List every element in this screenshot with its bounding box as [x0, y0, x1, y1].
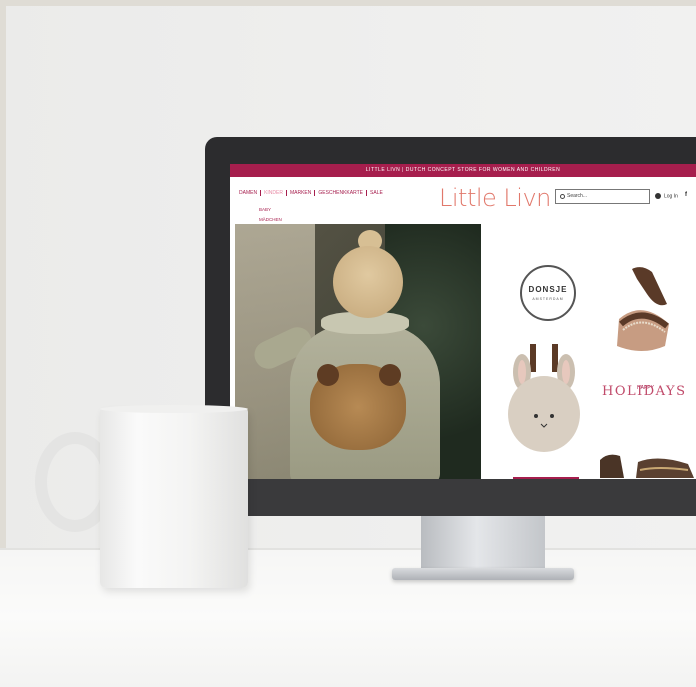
login-label: Log In — [664, 193, 678, 200]
monitor-chin — [205, 478, 696, 516]
main-navigation: DAMEN KINDER MARKEN GESCHENKKARTE SALE — [236, 190, 386, 196]
website-screen: LITTLE LIVN | DUTCH CONCEPT STORE FOR WO… — [230, 164, 696, 479]
facebook-icon[interactable]: f — [685, 192, 687, 198]
frame-edge — [0, 0, 696, 6]
holiday-banner-text[interactable]: HOLIDAYS — [602, 384, 687, 399]
user-icon — [655, 193, 661, 199]
brand-badge-subtitle: AMSTERDAM — [532, 297, 564, 301]
nav-item-marken[interactable]: MARKEN — [287, 190, 316, 196]
teddy-ear-right — [379, 364, 401, 386]
announcement-bar: LITTLE LIVN | DUTCH CONCEPT STORE FOR WO… — [230, 164, 696, 177]
brand-badge-title: DONSJE — [528, 285, 568, 294]
nav-item-geschenkkarte[interactable]: GESCHENKKARTE — [315, 190, 368, 196]
site-logo[interactable]: Little Livn — [439, 184, 551, 212]
search-input[interactable]: Search... — [555, 189, 650, 204]
monitor-stand-base — [392, 568, 574, 580]
nav-item-sale[interactable]: SALE — [367, 190, 386, 196]
cta-bar[interactable] — [513, 477, 579, 479]
hero-child-head — [333, 246, 403, 318]
holiday-text: HOLIDAYS — [602, 384, 687, 399]
search-placeholder: Search... — [567, 193, 588, 199]
teddy-ear-left — [317, 364, 339, 386]
search-icon — [560, 194, 565, 199]
product-bunny-backpack-image[interactable] — [500, 344, 586, 454]
brand-badge-donsje[interactable]: DONSJE AMSTERDAM — [520, 265, 576, 321]
product-boots-image[interactable] — [598, 450, 696, 479]
product-sandal-image[interactable] — [607, 264, 677, 356]
hero-image[interactable] — [235, 224, 481, 479]
nav-item-kinder[interactable]: KINDER — [261, 190, 287, 196]
nav-item-damen[interactable]: DAMEN — [236, 190, 262, 196]
dropdown-item-baby[interactable]: BABY — [257, 205, 285, 215]
monitor-stand-neck — [421, 516, 545, 572]
login-button[interactable]: Log In — [655, 193, 678, 199]
mug-rim — [100, 405, 248, 413]
white-mug — [100, 408, 248, 588]
